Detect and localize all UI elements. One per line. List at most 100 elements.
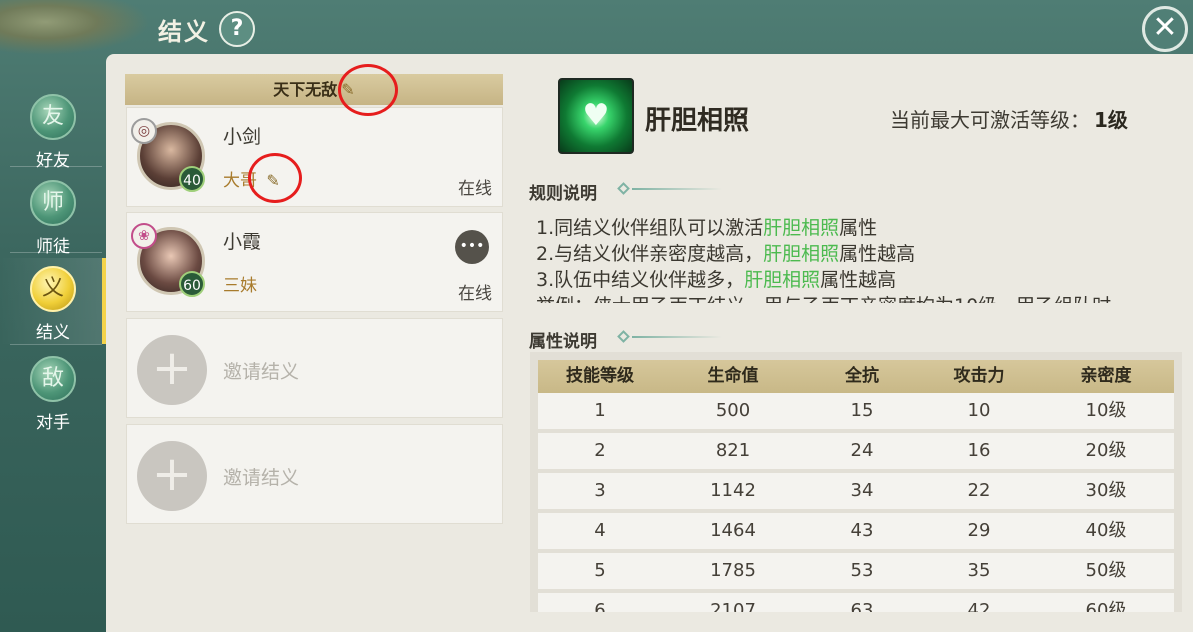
table-cell: 1464 [710, 520, 756, 541]
rule-line: 3.队伍中结义伙伴越多，肝胆相照属性越高 [536, 269, 897, 291]
member-name: 小霞 [223, 231, 262, 253]
invite-slot[interactable]: + 邀请结义 [126, 424, 503, 524]
rule-line: 2.与结义伙伴亲密度越高，肝胆相照属性越高 [536, 243, 916, 265]
nav-item-label: 师徒 [36, 237, 70, 257]
rules-text: 1.同结义伙伴组队可以激活肝胆相照属性 2.与结义伙伴亲密度越高，肝胆相照属性越… [536, 215, 1156, 303]
table-cell: 43 [850, 520, 874, 541]
nav-item-friends[interactable]: 友 好友 [0, 86, 106, 172]
corner-ornament [0, 0, 150, 55]
table-cell: 1142 [710, 480, 756, 501]
rival-icon: 敌 [30, 356, 76, 402]
attribute-table[interactable]: 技能等级 生命值 全抗 攻击力 亲密度 1 500 15 10 10级 2 82… [530, 352, 1182, 612]
table-cell: 20级 [1085, 440, 1127, 461]
nav-divider [10, 252, 102, 253]
table-cell: 63 [850, 600, 874, 612]
annotation-circle [248, 153, 302, 203]
table-row: 5 1785 53 35 50级 [538, 553, 1174, 589]
table-cell: 821 [715, 440, 751, 461]
online-status: 在线 [458, 179, 492, 199]
column-header: 生命值 [707, 366, 759, 386]
table-cell: 5 [594, 560, 606, 581]
table-cell: 30级 [1085, 480, 1127, 501]
title-badge-icon: ◎ [131, 118, 157, 144]
heart-swirl-icon: ♥ [558, 78, 634, 154]
rule-line: 1.同结义伙伴组队可以激活肝胆相照属性 [536, 217, 878, 239]
table-cell: 15 [850, 400, 874, 421]
nav-item-brotherhood[interactable]: 义 结义 [0, 258, 106, 344]
invite-label: 邀请结义 [223, 467, 300, 489]
table-row: 4 1464 43 29 40级 [538, 513, 1174, 549]
nav-item-rival[interactable]: 敌 对手 [0, 348, 106, 434]
table-cell: 10 [967, 400, 991, 421]
nav-item-label: 对手 [36, 413, 70, 433]
invite-slot[interactable]: + 邀请结义 [126, 318, 503, 418]
table-cell: 6 [594, 600, 606, 612]
help-button[interactable]: ? [219, 11, 255, 47]
level-badge: 60 [179, 271, 205, 297]
online-status: 在线 [458, 284, 492, 304]
table-cell: 34 [850, 480, 874, 501]
friends-icon: 友 [30, 94, 76, 140]
table-row: 3 1142 34 22 30级 [538, 473, 1174, 509]
table-row: 2 821 24 16 20级 [538, 433, 1174, 469]
table-cell: 500 [715, 400, 751, 421]
section-divider [632, 188, 722, 190]
table-cell: 50级 [1085, 560, 1127, 581]
table-cell: 29 [967, 520, 991, 541]
nav-divider [10, 344, 102, 345]
group-name-bar: 天下无敌 ✎ [125, 74, 503, 105]
table-cell: 1785 [710, 560, 756, 581]
nav-item-label: 好友 [36, 151, 70, 171]
table-header: 技能等级 生命值 全抗 攻击力 亲密度 [538, 360, 1174, 393]
column-header: 亲密度 [1080, 366, 1132, 386]
group-name: 天下无敌 [273, 80, 338, 99]
max-level-info: 当前最大可激活等级： 1级 [890, 104, 1128, 133]
member-card[interactable]: ◎ 40 小剑 大哥 ✎ 在线 [126, 107, 503, 207]
table-cell: 2 [594, 440, 606, 461]
master-icon: 师 [30, 180, 76, 226]
table-cell: 4 [594, 520, 606, 541]
column-header: 技能等级 [566, 366, 634, 386]
max-level-value: 1级 [1094, 108, 1128, 132]
table-cell: 53 [850, 560, 874, 581]
nav-divider [10, 166, 102, 167]
plus-icon[interactable]: + [137, 441, 207, 511]
table-cell: 35 [967, 560, 991, 581]
invite-label: 邀请结义 [223, 361, 300, 383]
member-role: 三妹 [223, 276, 257, 296]
level-badge: 40 [179, 166, 205, 192]
table-cell: 2107 [710, 600, 756, 612]
column-header: 攻击力 [953, 366, 1005, 386]
member-name: 小剑 [223, 126, 262, 148]
plus-icon[interactable]: + [137, 335, 207, 405]
table-cell: 24 [850, 440, 874, 461]
question-icon: ? [230, 16, 244, 41]
table-cell: 40级 [1085, 520, 1127, 541]
table-row: 1 500 15 10 10级 [538, 393, 1174, 429]
handshake-icon: 义 [30, 266, 76, 312]
table-cell: 60级 [1085, 600, 1127, 612]
nav-item-master[interactable]: 师 师徒 [0, 172, 106, 258]
member-card[interactable]: ❀ 60 小霞 三妹 ••• 在线 [126, 212, 503, 312]
nav-item-label: 结义 [36, 323, 70, 343]
close-button[interactable]: ✕ [1142, 6, 1188, 52]
section-divider [632, 336, 722, 338]
table-row: 6 2107 63 42 60级 [538, 593, 1174, 612]
title-badge-icon: ❀ [131, 223, 157, 249]
table-cell: 42 [967, 600, 991, 612]
max-level-label: 当前最大可激活等级： [890, 108, 1090, 132]
attributes-title: 属性说明 [529, 332, 597, 352]
rule-line: 举例：侠士甲乙丙丁结义，甲与乙丙丁亲密度均为10级，甲乙组队时 [536, 293, 1156, 303]
rules-title: 规则说明 [529, 184, 597, 204]
annotation-circle [338, 64, 398, 116]
column-header: 全抗 [845, 366, 879, 386]
table-cell: 10级 [1085, 400, 1127, 421]
table-cell: 1 [594, 400, 606, 421]
table-cell: 3 [594, 480, 606, 501]
skill-name: 肝胆相照 [645, 106, 750, 136]
table-cell: 16 [967, 440, 991, 461]
close-icon: ✕ [1152, 10, 1178, 45]
chat-bubble-icon[interactable]: ••• [455, 230, 489, 264]
table-cell: 22 [967, 480, 991, 501]
page-title: 结义 [158, 18, 210, 46]
